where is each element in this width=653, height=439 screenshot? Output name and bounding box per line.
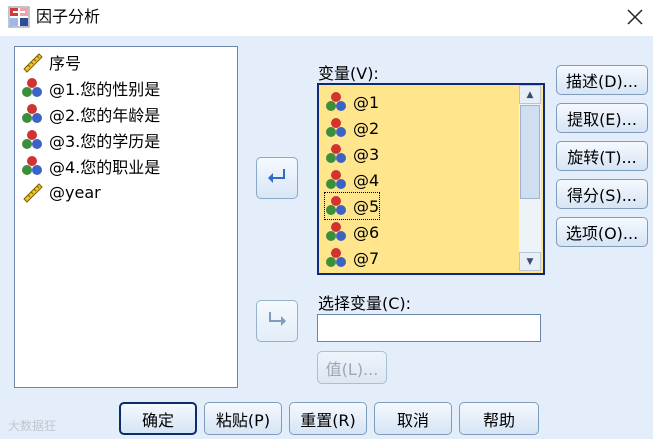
source-item-label: @year [49,182,101,202]
close-icon[interactable] [620,2,650,32]
nominal-variable-icon [325,91,347,113]
options-button[interactable]: 选项(O)... [556,217,648,247]
scale-ruler-icon [21,51,43,73]
rotation-button[interactable]: 旋转(T)... [556,141,648,171]
arrow-left-icon [265,164,289,192]
extraction-button[interactable]: 提取(E)... [556,103,648,133]
variable-item-2[interactable]: @2 [325,115,379,141]
source-item-label: @4.您的职业是 [49,158,161,177]
source-item-job[interactable]: @4.您的职业是 [21,153,160,179]
nominal-variable-icon [325,247,347,269]
variable-item-6[interactable]: @6 [325,219,379,245]
source-item-label: @2.您的年龄是 [49,106,161,125]
source-item-label: 序号 [49,54,82,73]
scroll-thumb[interactable] [520,105,540,199]
source-item-label: @1.您的性别是 [49,80,161,99]
variable-item-label: @1 [353,92,380,112]
descriptives-button[interactable]: 描述(D)... [556,65,648,95]
variable-item-1[interactable]: @1 [325,89,379,115]
selection-variable-input[interactable] [317,314,541,342]
nominal-variable-icon [325,117,347,139]
nominal-variable-icon [21,129,43,151]
nominal-variable-icon [21,103,43,125]
scroll-down-button[interactable]: ▼ [519,252,541,271]
selection-variable-label: 选择变量(C): [318,294,412,313]
variable-item-label: @5 [353,196,380,216]
value-button[interactable]: 值(L)... [317,351,387,384]
arrow-right-icon [265,307,289,335]
nominal-variable-icon [325,195,347,217]
scroll-up-button[interactable]: ▲ [519,85,541,104]
spss-factor-icon [8,6,30,28]
paste-button[interactable]: 粘贴(P) [204,402,282,435]
variable-item-3[interactable]: @3 [325,141,379,167]
variable-item-label: @2 [353,118,380,138]
variable-item-label: @7 [353,248,380,268]
vertical-scrollbar[interactable]: ▲ ▼ [519,85,541,271]
nominal-variable-icon [21,77,43,99]
source-item-gender[interactable]: @1.您的性别是 [21,75,160,101]
source-item-year[interactable]: @year [21,179,101,205]
source-item-label: @3.您的学历是 [49,132,161,151]
variable-item-label: @4 [353,170,380,190]
nominal-variable-icon [325,221,347,243]
variable-item-label: @3 [353,144,380,164]
variables-label: 变量(V): [318,64,379,83]
nominal-variable-icon [325,169,347,191]
watermark-text: 大数据狂 [8,419,57,433]
source-variable-list[interactable]: 序号 @1.您的性别是 @2.您的年龄是 @3.您的学历是 @4.您的职业是 @… [14,46,238,388]
variable-item-5[interactable]: @5 [323,192,381,220]
reset-button[interactable]: 重置(R) [289,402,367,435]
source-item-age[interactable]: @2.您的年龄是 [21,101,160,127]
move-to-variables-button[interactable] [256,157,298,199]
nominal-variable-icon [21,155,43,177]
cancel-button[interactable]: 取消 [374,402,452,435]
variables-list[interactable]: @1 @2 @3 @4 @5 @6 @7 ▲ ▼ [317,83,545,275]
scores-button[interactable]: 得分(S)... [556,179,648,209]
variable-item-label: @6 [353,222,380,242]
ok-button[interactable]: 确定 [119,402,197,435]
window-title: 因子分析 [36,7,101,26]
help-button[interactable]: 帮助 [459,402,539,435]
scale-ruler-icon [21,181,43,203]
title-bar: 因子分析 [0,0,653,36]
variable-item-7[interactable]: @7 [325,245,379,271]
nominal-variable-icon [325,143,347,165]
move-to-selection-button[interactable] [256,300,298,342]
source-item-education[interactable]: @3.您的学历是 [21,127,160,153]
source-item-seq[interactable]: 序号 [21,49,81,75]
variable-item-4[interactable]: @4 [325,167,379,193]
